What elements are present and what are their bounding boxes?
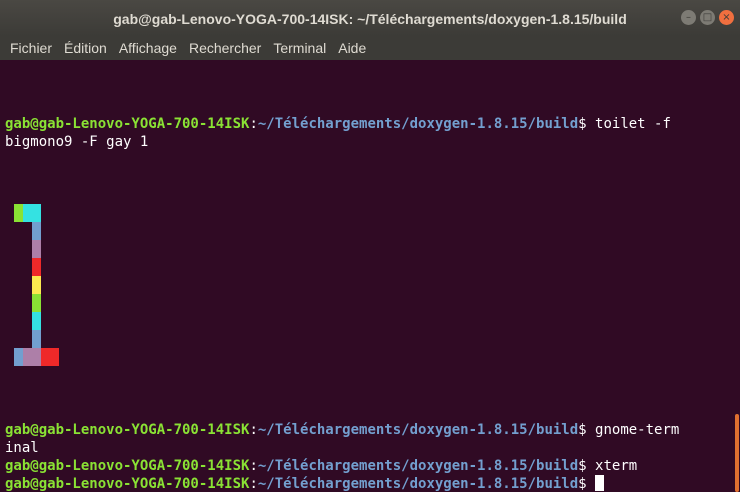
art-block: [32, 276, 41, 294]
art-block: [14, 348, 23, 366]
art-block: [14, 204, 23, 222]
window-title: gab@gab-Lenovo-YOGA-700-14ISK: ~/Télécha…: [113, 11, 627, 27]
prompt-path: ~/Téléchargements/doxygen-1.8.15/build: [257, 458, 579, 474]
prompt-path: ~/Téléchargements/doxygen-1.8.15/build: [257, 116, 579, 132]
prompt-sep: :: [249, 422, 258, 438]
menu-affichage[interactable]: Affichage: [113, 40, 183, 56]
prompt-line-gnome: gab@gab-Lenovo-YOGA-700-14ISK:~/Téléchar…: [5, 421, 679, 439]
prompt-sep: :: [249, 116, 258, 132]
prompt-line-toilet: gab@gab-Lenovo-YOGA-700-14ISK:~/Téléchar…: [5, 115, 671, 133]
command-text: xterm: [586, 458, 638, 474]
window-controls: – □ ×: [681, 10, 734, 25]
prompt-user: gab@gab-Lenovo-YOGA-700-14ISK: [5, 422, 250, 438]
prompt-dollar: $: [578, 422, 587, 438]
menu-rechercher[interactable]: Rechercher: [183, 40, 267, 56]
prompt-path: ~/Téléchargements/doxygen-1.8.15/build: [257, 422, 579, 438]
prompt-user: gab@gab-Lenovo-YOGA-700-14ISK: [5, 116, 250, 132]
title-bar[interactable]: gab@gab-Lenovo-YOGA-700-14ISK: ~/Télécha…: [0, 0, 740, 36]
command-text: toilet -f: [586, 116, 671, 132]
prompt-dollar: $: [578, 116, 587, 132]
command-continuation: inal: [5, 440, 39, 456]
close-icon[interactable]: ×: [719, 10, 734, 25]
prompt-line-current: gab@gab-Lenovo-YOGA-700-14ISK:~/Téléchar…: [5, 475, 605, 492]
text-cursor: [595, 475, 605, 491]
art-block: [32, 258, 41, 276]
prompt-sep: :: [249, 458, 258, 474]
menu-aide[interactable]: Aide: [332, 40, 372, 56]
terminal-window: gab@gab-Lenovo-YOGA-700-14ISK: ~/Télécha…: [0, 0, 740, 492]
art-block: [32, 312, 41, 330]
art-block: [32, 222, 41, 240]
prompt-path: ~/Téléchargements/doxygen-1.8.15/build: [257, 476, 579, 492]
prompt-sep: :: [249, 476, 258, 492]
maximize-icon[interactable]: □: [700, 10, 715, 25]
minimize-icon[interactable]: –: [681, 10, 696, 25]
command-continuation: bigmono9 -F gay 1: [5, 134, 149, 150]
command-text: gnome-term: [586, 422, 680, 438]
scrollbar-thumb[interactable]: [735, 414, 739, 492]
prompt-user: gab@gab-Lenovo-YOGA-700-14ISK: [5, 476, 250, 492]
prompt-user: gab@gab-Lenovo-YOGA-700-14ISK: [5, 458, 250, 474]
art-block: [32, 240, 41, 258]
prompt-dollar: $: [578, 458, 587, 474]
menu-fichier[interactable]: Fichier: [0, 40, 58, 56]
prompt-dollar: $: [578, 476, 587, 492]
menu-terminal[interactable]: Terminal: [267, 40, 332, 56]
art-block: [23, 348, 41, 366]
art-block: [23, 204, 41, 222]
art-block: [41, 348, 59, 366]
terminal-area[interactable]: gab@gab-Lenovo-YOGA-700-14ISK:~/Téléchar…: [0, 60, 740, 492]
art-block: [32, 294, 41, 312]
menu-edition[interactable]: Édition: [58, 40, 113, 56]
art-block: [32, 330, 41, 348]
menu-bar: Fichier Édition Affichage Rechercher Ter…: [0, 36, 740, 60]
prompt-line-xterm: gab@gab-Lenovo-YOGA-700-14ISK:~/Téléchar…: [5, 457, 637, 475]
